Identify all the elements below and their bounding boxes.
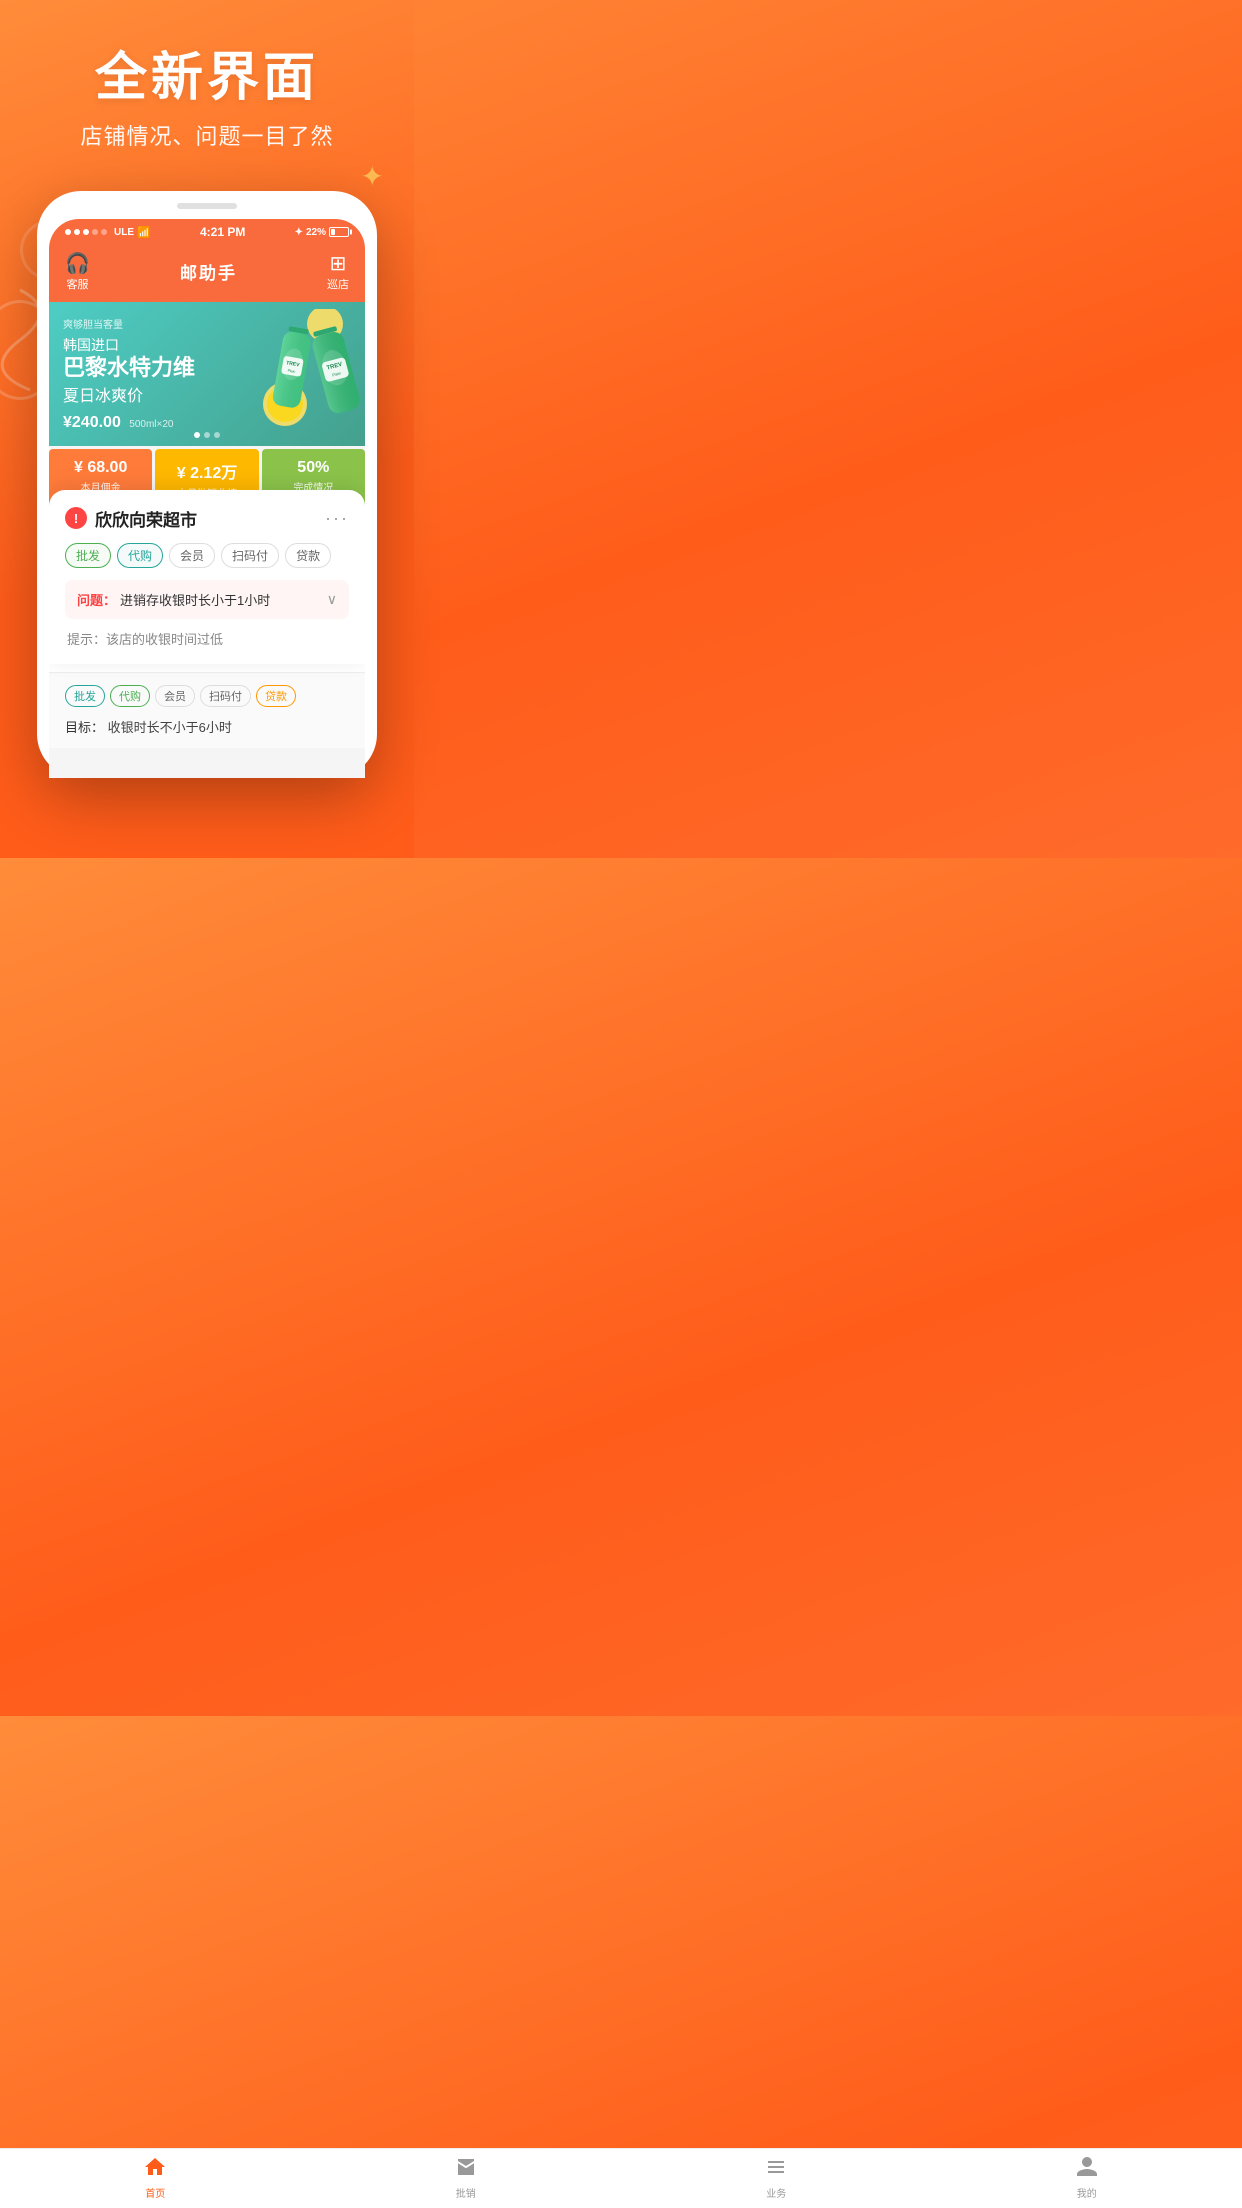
nav-home[interactable]: 首页 xyxy=(0,2155,311,2200)
store-tags-row: 批发 代购 会员 扫码付 贷款 xyxy=(65,543,349,568)
tag-member[interactable]: 会员 xyxy=(169,543,215,568)
banner-price-unit: 500ml×20 xyxy=(129,419,173,430)
target-value: 收银时长不小于6小时 xyxy=(108,720,232,735)
phone-outer: ULE 📶 4:21 PM ✦ 22% 🎧 xyxy=(37,191,377,777)
customer-service-button[interactable]: 🎧 客服 xyxy=(65,251,90,292)
app-title: 邮助手 xyxy=(180,259,237,284)
commission-value: ¥ 68.00 xyxy=(55,459,146,477)
phone-notch xyxy=(177,203,237,209)
second-tag-proxy[interactable]: 代购 xyxy=(110,685,150,707)
bottom-nav: 首页 批销 业务 我的 xyxy=(0,2148,1242,2208)
more-options-button[interactable]: ··· xyxy=(325,508,349,529)
battery-percent: 22% xyxy=(306,227,326,238)
headset-icon: 🎧 xyxy=(65,251,90,276)
store-name: 欣欣向荣超市 xyxy=(95,506,197,531)
target-text: 目标： 收银时长不小于6小时 xyxy=(65,717,349,736)
second-tag-member[interactable]: 会员 xyxy=(155,685,195,707)
nav-profile[interactable]: 我的 xyxy=(932,2155,1242,2200)
second-tag-batch[interactable]: 批发 xyxy=(65,685,105,707)
tag-loan[interactable]: 贷款 xyxy=(285,543,331,568)
banner-price: ¥240.00 500ml×20 xyxy=(63,414,351,432)
scan-store-icon: ⊞ xyxy=(330,251,347,276)
problem-box[interactable]: 问题： 进销存收银时长小于1小时 ∨ xyxy=(65,580,349,619)
tag-scan-pay[interactable]: 扫码付 xyxy=(221,543,279,568)
banner-dot-3 xyxy=(214,432,220,438)
banner-text: 爽够胆当客量 韩国进口 巴黎水特力维 夏日冰爽价 ¥240.00 500ml×2… xyxy=(63,316,351,431)
hint-text: 提示：该店的收银时间过低 xyxy=(65,629,349,648)
main-title: 全新界面 xyxy=(20,50,394,107)
banner-title-1: 韩国进口 xyxy=(63,335,351,355)
card-header: ! 欣欣向荣超市 ··· xyxy=(65,506,349,531)
carrier-name: ULE xyxy=(114,227,134,238)
status-left: ULE 📶 xyxy=(65,226,151,239)
nav-business[interactable]: 业务 xyxy=(621,2155,932,2200)
home-icon xyxy=(143,2155,167,2183)
tag-proxy[interactable]: 代购 xyxy=(117,543,163,568)
second-tags-row: 批发 代购 会员 扫码付 贷款 xyxy=(65,685,349,707)
second-store-card: 批发 代购 会员 扫码付 贷款 目标： 收银时长不小于6小时 xyxy=(49,672,365,748)
banner-title-3: 夏日冰爽价 xyxy=(63,382,351,406)
store-icon xyxy=(454,2155,478,2183)
nav-profile-label: 我的 xyxy=(1077,2185,1097,2200)
completion-value: 50% xyxy=(268,459,359,477)
banner-title-2: 巴黎水特力维 xyxy=(63,355,351,381)
header-section: 全新界面 店铺情况、问题一目了然 xyxy=(0,0,414,171)
banner-dots xyxy=(194,432,220,438)
phone-screen: ULE 📶 4:21 PM ✦ 22% 🎧 xyxy=(49,219,365,777)
sales-value: ¥ 2.12万 xyxy=(161,459,252,483)
wifi-icon: 📶 xyxy=(137,226,151,239)
chevron-down-icon: ∨ xyxy=(327,591,337,608)
patrol-store-label: 巡店 xyxy=(327,276,349,292)
store-card: ! 欣欣向荣超市 ··· 批发 代购 会员 扫码付 贷款 xyxy=(49,490,365,664)
nav-business-label: 业务 xyxy=(766,2185,786,2200)
status-bar: ULE 📶 4:21 PM ✦ 22% xyxy=(49,219,365,243)
problem-content: 问题： 进销存收银时长小于1小时 xyxy=(77,590,327,609)
banner-tag: 爽够胆当客量 xyxy=(63,316,351,331)
problem-label: 问题： xyxy=(77,590,116,609)
phone-bottom-space xyxy=(49,748,365,778)
second-tag-scan-pay[interactable]: 扫码付 xyxy=(200,685,251,707)
signal-dot-1 xyxy=(65,229,71,235)
person-icon xyxy=(1075,2155,1099,2183)
nav-home-label: 首页 xyxy=(145,2185,165,2200)
battery-fill xyxy=(331,229,335,235)
banner-price-main: ¥240.00 xyxy=(63,414,121,431)
nav-batch-label: 批销 xyxy=(456,2185,476,2200)
signal-dot-2 xyxy=(74,229,80,235)
banner-dot-1 xyxy=(194,432,200,438)
battery-icon xyxy=(329,227,349,237)
second-tag-loan[interactable]: 贷款 xyxy=(256,685,296,707)
banner-dot-2 xyxy=(204,432,210,438)
list-icon xyxy=(764,2155,788,2183)
alert-icon: ! xyxy=(65,507,87,529)
app-header: 🎧 客服 邮助手 ⊞ 巡店 xyxy=(49,243,365,302)
sub-title: 店铺情况、问题一目了然 xyxy=(20,119,394,151)
bluetooth-icon: ✦ xyxy=(295,227,303,238)
nav-batch-sales[interactable]: 批销 xyxy=(311,2155,622,2200)
signal-dot-3 xyxy=(83,229,89,235)
status-right: ✦ 22% xyxy=(295,227,349,238)
customer-service-label: 客服 xyxy=(66,276,88,292)
tag-batch[interactable]: 批发 xyxy=(65,543,111,568)
patrol-store-button[interactable]: ⊞ 巡店 xyxy=(327,251,349,292)
signal-dot-4 xyxy=(92,229,98,235)
problem-text: 进销存收银时长小于1小时 xyxy=(120,590,270,609)
product-banner[interactable]: 爽够胆当客量 韩国进口 巴黎水特力维 夏日冰爽价 ¥240.00 500ml×2… xyxy=(49,302,365,445)
signal-dot-5 xyxy=(101,229,107,235)
target-label: 目标： xyxy=(65,720,104,735)
phone-mockup: ULE 📶 4:21 PM ✦ 22% 🎧 xyxy=(37,191,377,777)
status-time: 4:21 PM xyxy=(200,225,245,239)
card-title-wrap: ! 欣欣向荣超市 xyxy=(65,506,197,531)
